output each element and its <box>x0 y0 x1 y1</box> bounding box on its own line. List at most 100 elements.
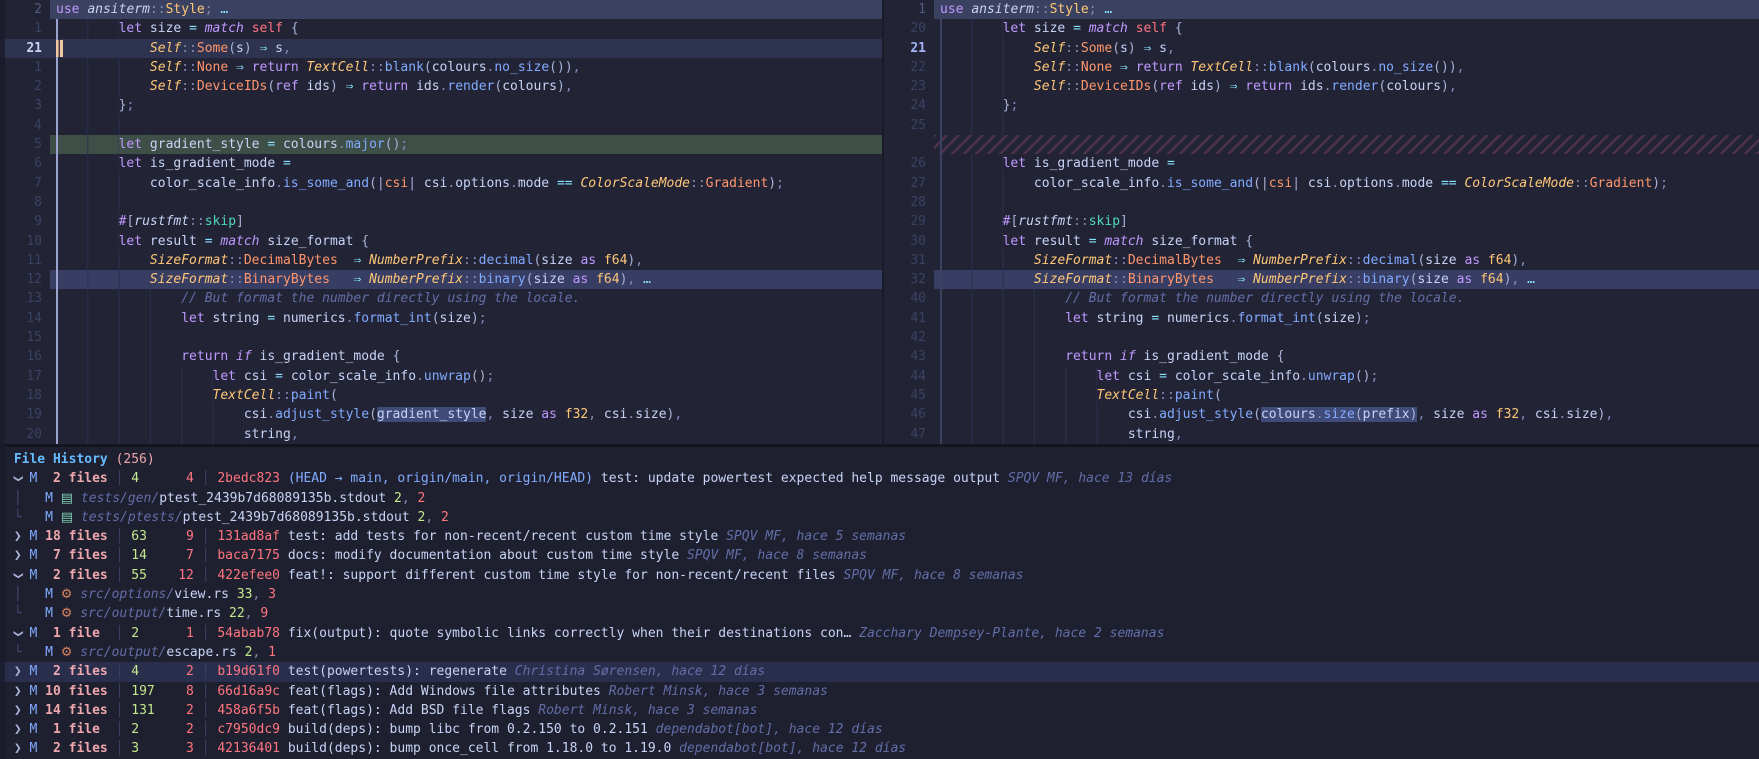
diff-left-panel[interactable]: 2use ansiterm::Style; …1let size = match… <box>0 0 882 444</box>
chevron-collapsed-icon[interactable]: ❯ <box>14 703 22 718</box>
code-line[interactable]: 29#[rustfmt::skip] <box>884 212 1759 231</box>
code-line[interactable]: 8 <box>0 193 882 212</box>
file-history-panel[interactable]: File History (256) ❯ M 2 files │ 4 4 │ 2… <box>0 447 1759 759</box>
indent-guides <box>940 116 1034 135</box>
code-line[interactable]: 21Self::Some(s) ⇒ s, <box>0 39 882 58</box>
rust-file-icon: ⚙ <box>61 645 73 660</box>
indent-guides <box>56 154 119 173</box>
line-number: 23 <box>884 77 934 96</box>
indent-guides <box>940 289 1065 308</box>
code-line[interactable]: 22Self::None ⇒ return TextCell::blank(co… <box>884 58 1759 77</box>
history-file-row[interactable]: └ M ▤ tests/ptests/ptest_2439b7d68089135… <box>0 508 1759 527</box>
history-commit-row[interactable]: ❯ M 1 file │ 2 2 │ c7950dc9 build(deps):… <box>0 720 1759 739</box>
code-line[interactable]: 15 <box>0 328 882 347</box>
chevron-collapsed-icon[interactable]: ❯ <box>14 664 22 679</box>
indent-guides <box>56 309 181 328</box>
indent-guides <box>940 77 1034 96</box>
history-commit-row[interactable]: ❯ M 18 files │ 63 9 │ 131ad8af test: add… <box>0 527 1759 546</box>
code-line[interactable]: 7color_scale_info.is_some_and(|csi| csi.… <box>0 174 882 193</box>
line-number: 25 <box>884 116 934 135</box>
code-line[interactable]: 23Self::DeviceIDs(ref ids) ⇒ return ids.… <box>884 77 1759 96</box>
indent-guides <box>940 58 1034 77</box>
code-line[interactable]: 1Self::None ⇒ return TextCell::blank(col… <box>0 58 882 77</box>
code-line[interactable]: 10let result = match size_format { <box>0 232 882 251</box>
history-commit-row[interactable]: ❯ M 1 file │ 2 1 │ 54abab78 fix(output):… <box>0 624 1759 643</box>
line-number: 19 <box>0 405 50 424</box>
indent-guides <box>56 386 213 405</box>
history-commit-row[interactable]: ❯ M 2 files │ 4 4 │ 2bedc823 (HEAD → mai… <box>0 469 1759 488</box>
chevron-expanded-icon[interactable]: ❯ <box>8 572 27 580</box>
code-line[interactable]: 32SizeFormat::BinaryBytes ⇒ NumberPrefix… <box>884 270 1759 289</box>
line-number: 16 <box>0 347 50 366</box>
line-number: 26 <box>884 154 934 173</box>
code-line[interactable]: 18TextCell::paint( <box>0 386 882 405</box>
code-line[interactable]: 6let is_gradient_mode = <box>0 154 882 173</box>
code-line[interactable]: 19csi.adjust_style(gradient_style, size … <box>0 405 882 424</box>
code-line[interactable]: 13// But format the number directly usin… <box>0 289 882 308</box>
code-line[interactable]: 11SizeFormat::DecimalBytes ⇒ NumberPrefi… <box>0 251 882 270</box>
code-line[interactable]: 45TextCell::paint( <box>884 386 1759 405</box>
left-edge-strip <box>0 0 5 759</box>
code-line[interactable]: 2Self::DeviceIDs(ref ids) ⇒ return ids.r… <box>0 77 882 96</box>
history-file-row[interactable]: └ M ⚙ src/output/escape.rs 2, 1 <box>0 643 1759 662</box>
chevron-expanded-icon[interactable]: ❯ <box>8 629 27 637</box>
code-line[interactable]: 40// But format the number directly usin… <box>884 289 1759 308</box>
code-line[interactable]: 24}; <box>884 96 1759 115</box>
line-number: 43 <box>884 347 934 366</box>
code-line[interactable]: 46csi.adjust_style(colours.size(prefix),… <box>884 405 1759 424</box>
code-line[interactable]: 25 <box>884 116 1759 135</box>
code-line[interactable]: 4 <box>0 116 882 135</box>
history-commit-row[interactable]: ❯ M 14 files │ 131 2 │ 458a6f5b feat(fla… <box>0 701 1759 720</box>
line-number: 22 <box>884 58 934 77</box>
indent-guides <box>56 367 213 386</box>
history-file-row[interactable]: │ M ⚙ src/options/view.rs 33, 3 <box>0 585 1759 604</box>
code-line[interactable]: 43return if is_gradient_mode { <box>884 347 1759 366</box>
code-line[interactable]: 3}; <box>0 96 882 115</box>
code-line[interactable]: 21Self::Some(s) ⇒ s, <box>884 39 1759 58</box>
history-commit-row[interactable]: ❯ M 10 files │ 197 8 │ 66d16a9c feat(fla… <box>0 682 1759 701</box>
code-line[interactable]: 9#[rustfmt::skip] <box>0 212 882 231</box>
code-line[interactable]: 16return if is_gradient_mode { <box>0 347 882 366</box>
code-line[interactable]: 17let csi = color_scale_info.unwrap(); <box>0 367 882 386</box>
chevron-collapsed-icon[interactable]: ❯ <box>14 684 22 699</box>
line-number: 1 <box>0 58 50 77</box>
line-number: 2 <box>0 0 50 19</box>
code-line[interactable]: 14let string = numerics.format_int(size)… <box>0 309 882 328</box>
history-commit-row[interactable]: ❯ M 2 files │ 4 2 │ b19d61f0 test(powert… <box>0 662 1759 681</box>
line-number: 18 <box>0 386 50 405</box>
history-commit-row[interactable]: ❯ M 2 files │ 55 12 │ 422efee0 feat!: su… <box>0 566 1759 585</box>
code-line[interactable]: 28 <box>884 193 1759 212</box>
line-number: 15 <box>0 328 50 347</box>
chevron-collapsed-icon[interactable]: ❯ <box>14 722 22 737</box>
line-number: 4 <box>0 116 50 135</box>
chevron-expanded-icon[interactable]: ❯ <box>8 475 27 483</box>
history-commit-row[interactable]: ❯ M 7 files │ 14 7 │ baca7175 docs: modi… <box>0 546 1759 565</box>
chevron-collapsed-icon[interactable]: ❯ <box>14 548 22 563</box>
code-line[interactable]: 20string, <box>0 425 882 444</box>
diff-right-panel[interactable]: 1use ansiterm::Style; …20let size = matc… <box>884 0 1759 444</box>
code-line[interactable]: 1let size = match self { <box>0 19 882 38</box>
diff-filler-line[interactable] <box>884 135 1759 154</box>
code-line[interactable]: 42 <box>884 328 1759 347</box>
code-line[interactable]: 41let string = numerics.format_int(size)… <box>884 309 1759 328</box>
chevron-collapsed-icon[interactable]: ❯ <box>14 529 22 544</box>
code-line[interactable]: 26let is_gradient_mode = <box>884 154 1759 173</box>
history-file-row[interactable]: │ M ▤ tests/gen/ptest_2439b7d68089135b.s… <box>0 489 1759 508</box>
code-line[interactable]: 5let gradient_style = colours.major(); <box>0 135 882 154</box>
code-line[interactable]: 27color_scale_info.is_some_and(|csi| csi… <box>884 174 1759 193</box>
history-commit-row[interactable]: ❯ M 2 files │ 3 3 │ 42136401 build(deps)… <box>0 739 1759 758</box>
line-number: 11 <box>0 251 50 270</box>
code-line[interactable]: 44let csi = color_scale_info.unwrap(); <box>884 367 1759 386</box>
indent-guides <box>940 96 1003 115</box>
code-line[interactable]: 2use ansiterm::Style; … <box>0 0 882 19</box>
chevron-collapsed-icon[interactable]: ❯ <box>14 741 22 756</box>
code-line[interactable]: 1use ansiterm::Style; … <box>884 0 1759 19</box>
code-line[interactable]: 20let size = match self { <box>884 19 1759 38</box>
code-line[interactable]: 47string, <box>884 425 1759 444</box>
code-line[interactable]: 31SizeFormat::DecimalBytes ⇒ NumberPrefi… <box>884 251 1759 270</box>
indent-guides <box>940 347 1065 366</box>
code-line[interactable]: 12SizeFormat::BinaryBytes ⇒ NumberPrefix… <box>0 270 882 289</box>
indent-guides <box>940 174 1034 193</box>
history-file-row[interactable]: └ M ⚙ src/output/time.rs 22, 9 <box>0 604 1759 623</box>
code-line[interactable]: 30let result = match size_format { <box>884 232 1759 251</box>
